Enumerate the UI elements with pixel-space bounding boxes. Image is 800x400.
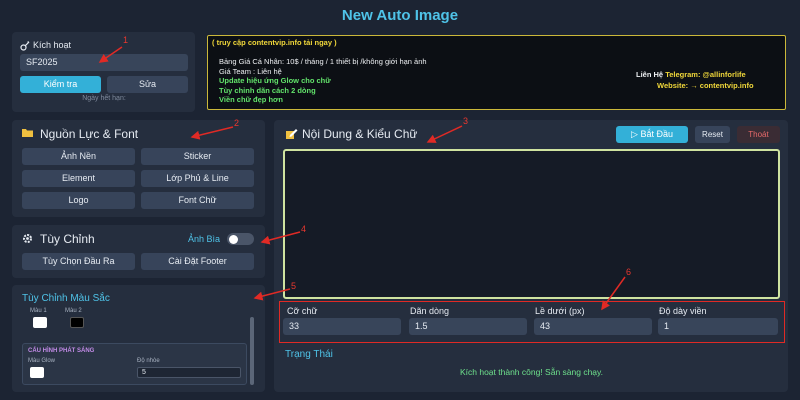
annotation-arrow-2 <box>190 126 234 140</box>
annotation-arrow-6 <box>601 276 626 311</box>
annotation-arrow-5 <box>253 288 291 301</box>
annotation-number-5: 5 <box>291 281 297 291</box>
annotation-number-2: 2 <box>234 118 240 128</box>
annotation-arrow-4 <box>260 231 301 245</box>
annotation-number-6: 6 <box>626 267 632 277</box>
annotation-number-1: 1 <box>123 35 129 45</box>
annotation-arrow-1 <box>98 46 123 63</box>
annotation-number-4: 4 <box>301 224 307 234</box>
annotation-number-3: 3 <box>463 116 469 126</box>
annotation-arrow-3 <box>426 125 463 143</box>
annotation-arrows <box>98 46 626 311</box>
